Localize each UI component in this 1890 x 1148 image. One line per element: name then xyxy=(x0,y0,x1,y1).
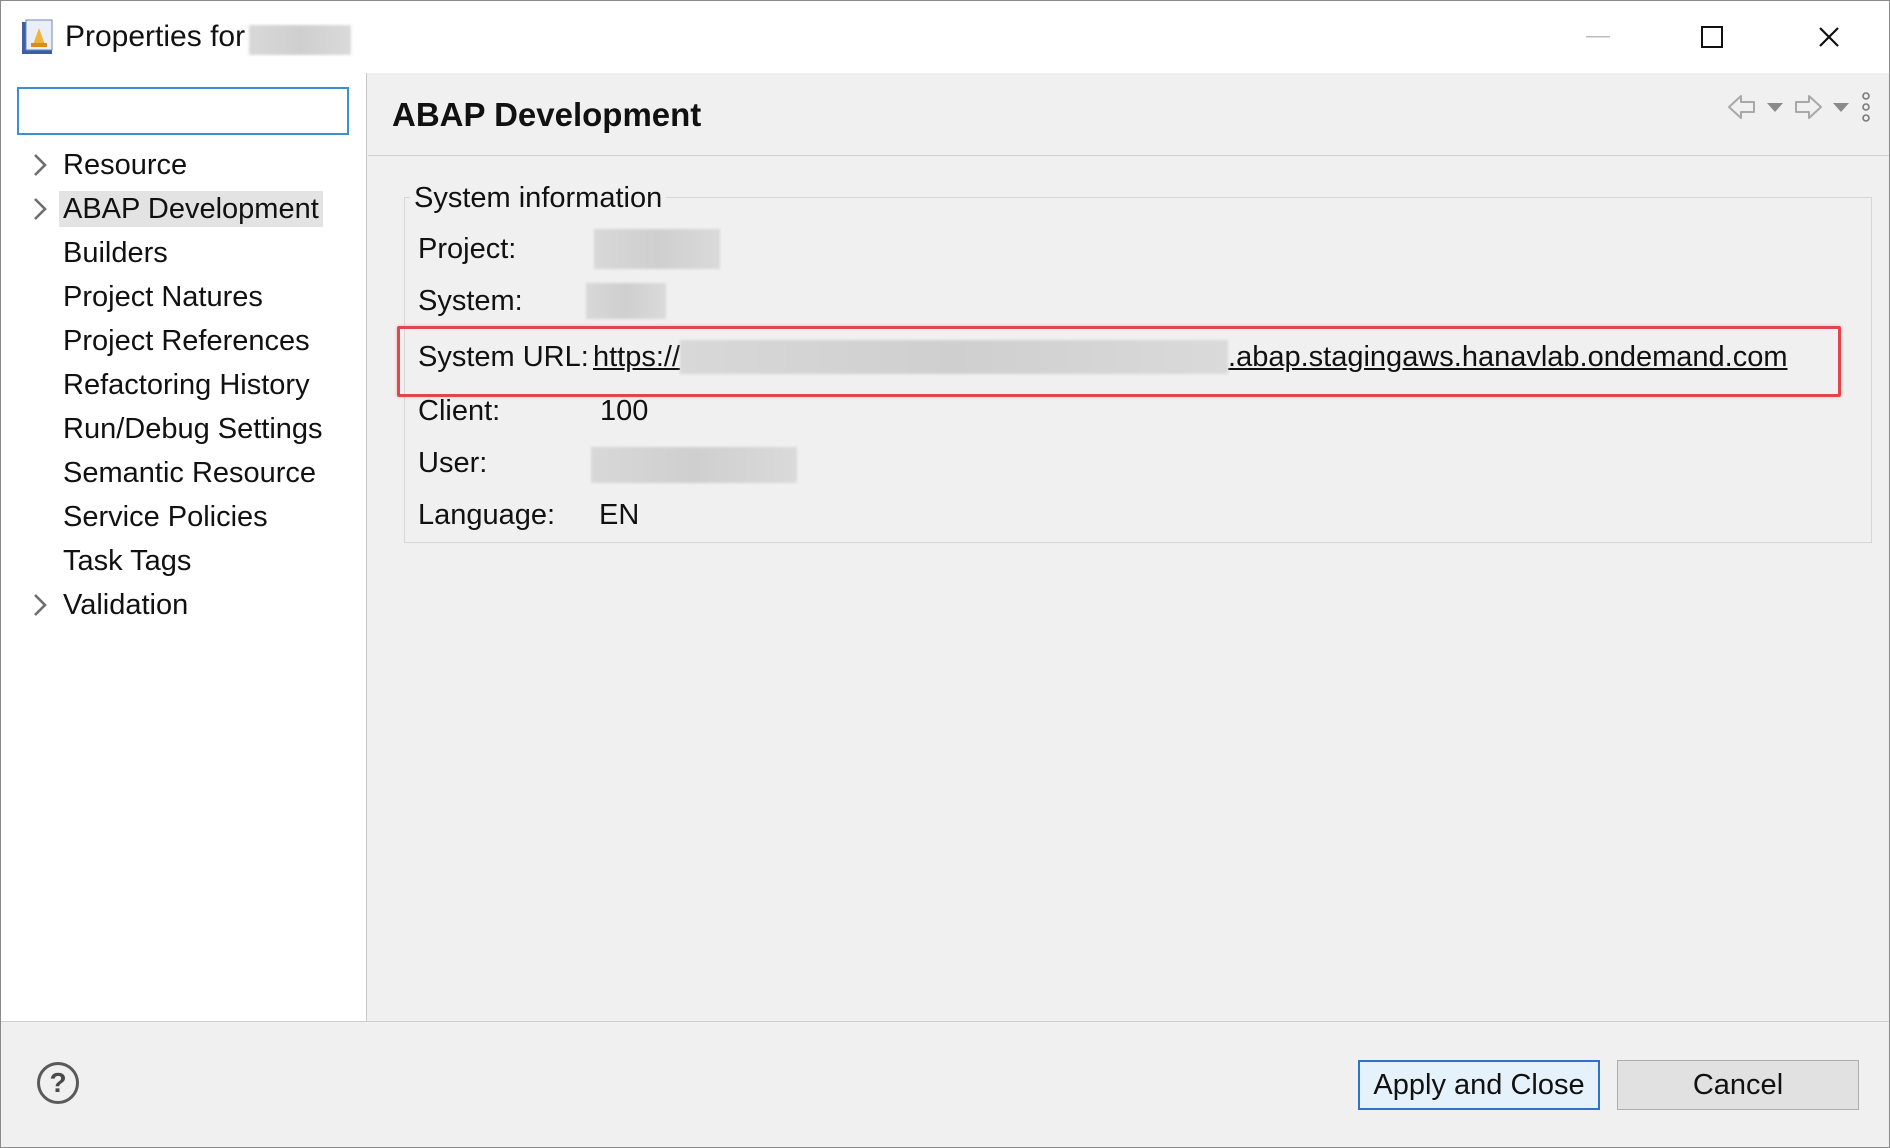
tree-item-label: Task Tags xyxy=(63,545,192,577)
tree-item[interactable]: Refactoring History xyxy=(1,363,367,407)
client-label: Client: xyxy=(418,395,501,427)
tree-item[interactable]: Service Policies xyxy=(1,495,367,539)
filter-input[interactable] xyxy=(17,87,349,135)
help-icon: ? xyxy=(49,1067,67,1098)
language-label: Language: xyxy=(418,499,556,531)
redacted-system-value xyxy=(586,283,666,319)
url-suffix: .abap.stagingaws.hanavlab.ondemand.com xyxy=(1228,341,1788,373)
button-bar: ? Apply and Close Cancel xyxy=(1,1021,1889,1147)
language-value: EN xyxy=(599,499,640,531)
tree-item-label: Refactoring History xyxy=(63,369,310,401)
tree-item-label: Project Natures xyxy=(63,281,263,313)
system-url-label: System URL: xyxy=(418,341,589,373)
tree-item-label: Resource xyxy=(63,149,188,181)
url-prefix: https:// xyxy=(593,341,681,373)
tree-item[interactable]: ABAP Development xyxy=(1,187,367,231)
project-label: Project: xyxy=(418,233,517,265)
content-panel: ABAP Development System information Proj… xyxy=(368,73,1889,1021)
tree-item-label: ABAP Development xyxy=(59,191,323,227)
group-label: System information xyxy=(410,181,667,215)
forward-menu-chevron-icon[interactable] xyxy=(1831,100,1851,114)
maximize-icon xyxy=(1701,26,1723,48)
user-label: User: xyxy=(418,447,488,479)
redacted-project-name xyxy=(249,25,351,55)
tree-item[interactable]: Builders xyxy=(1,231,367,275)
title-separator xyxy=(368,155,1889,156)
navigation-toolbar xyxy=(1727,87,1873,127)
tree-item-label: Run/Debug Settings xyxy=(63,413,323,445)
cancel-button[interactable]: Cancel xyxy=(1617,1060,1859,1110)
chevron-right-icon[interactable] xyxy=(27,195,53,223)
system-label: System: xyxy=(418,285,523,317)
tree-item-label: Semantic Resource xyxy=(63,457,317,489)
tree-item[interactable]: Task Tags xyxy=(1,539,367,583)
redacted-url-host xyxy=(680,340,1229,374)
window-title: Properties for xyxy=(65,20,246,53)
navigation-panel: Resource ABAP Development Builders Project … xyxy=(1,73,367,1021)
tree-item[interactable]: Project References xyxy=(1,319,367,363)
tree-item-label: Builders xyxy=(63,237,168,269)
page-title: ABAP Development xyxy=(392,96,702,133)
tree-item[interactable]: Resource xyxy=(1,143,367,187)
close-icon xyxy=(1819,27,1839,47)
chevron-right-icon[interactable] xyxy=(27,151,53,179)
forward-arrow-icon[interactable] xyxy=(1793,93,1823,121)
back-arrow-icon[interactable] xyxy=(1727,93,1757,121)
back-menu-chevron-icon[interactable] xyxy=(1765,100,1785,114)
tree-item[interactable]: Project Natures xyxy=(1,275,367,319)
app-icon xyxy=(22,19,53,54)
redacted-user-value xyxy=(591,447,797,483)
apply-and-close-button[interactable]: Apply and Close xyxy=(1358,1060,1600,1110)
tree-item-label: Project References xyxy=(63,325,310,357)
chevron-right-icon[interactable] xyxy=(27,591,53,619)
tree-item[interactable]: Validation xyxy=(1,583,367,627)
help-button[interactable]: ? xyxy=(37,1062,79,1104)
title-bar: Properties for xyxy=(1,1,1889,73)
minimize-button[interactable] xyxy=(1563,11,1633,63)
system-url-link[interactable]: https:// .abap.stagingaws.hanavlab.ondem… xyxy=(593,339,1788,375)
minimize-icon xyxy=(1586,36,1610,38)
more-vertical-icon[interactable] xyxy=(1859,90,1873,124)
properties-dialog: Properties for Resource ABAP Development B… xyxy=(0,0,1890,1148)
close-button[interactable] xyxy=(1794,11,1864,63)
tree-item-label: Service Policies xyxy=(63,501,268,533)
client-value: 100 xyxy=(600,395,649,427)
maximize-button[interactable] xyxy=(1677,11,1747,63)
tree-item[interactable]: Run/Debug Settings xyxy=(1,407,367,451)
tree-item-label: Validation xyxy=(63,589,189,621)
tree-item[interactable]: Semantic Resource xyxy=(1,451,367,495)
redacted-project-value xyxy=(594,229,720,269)
